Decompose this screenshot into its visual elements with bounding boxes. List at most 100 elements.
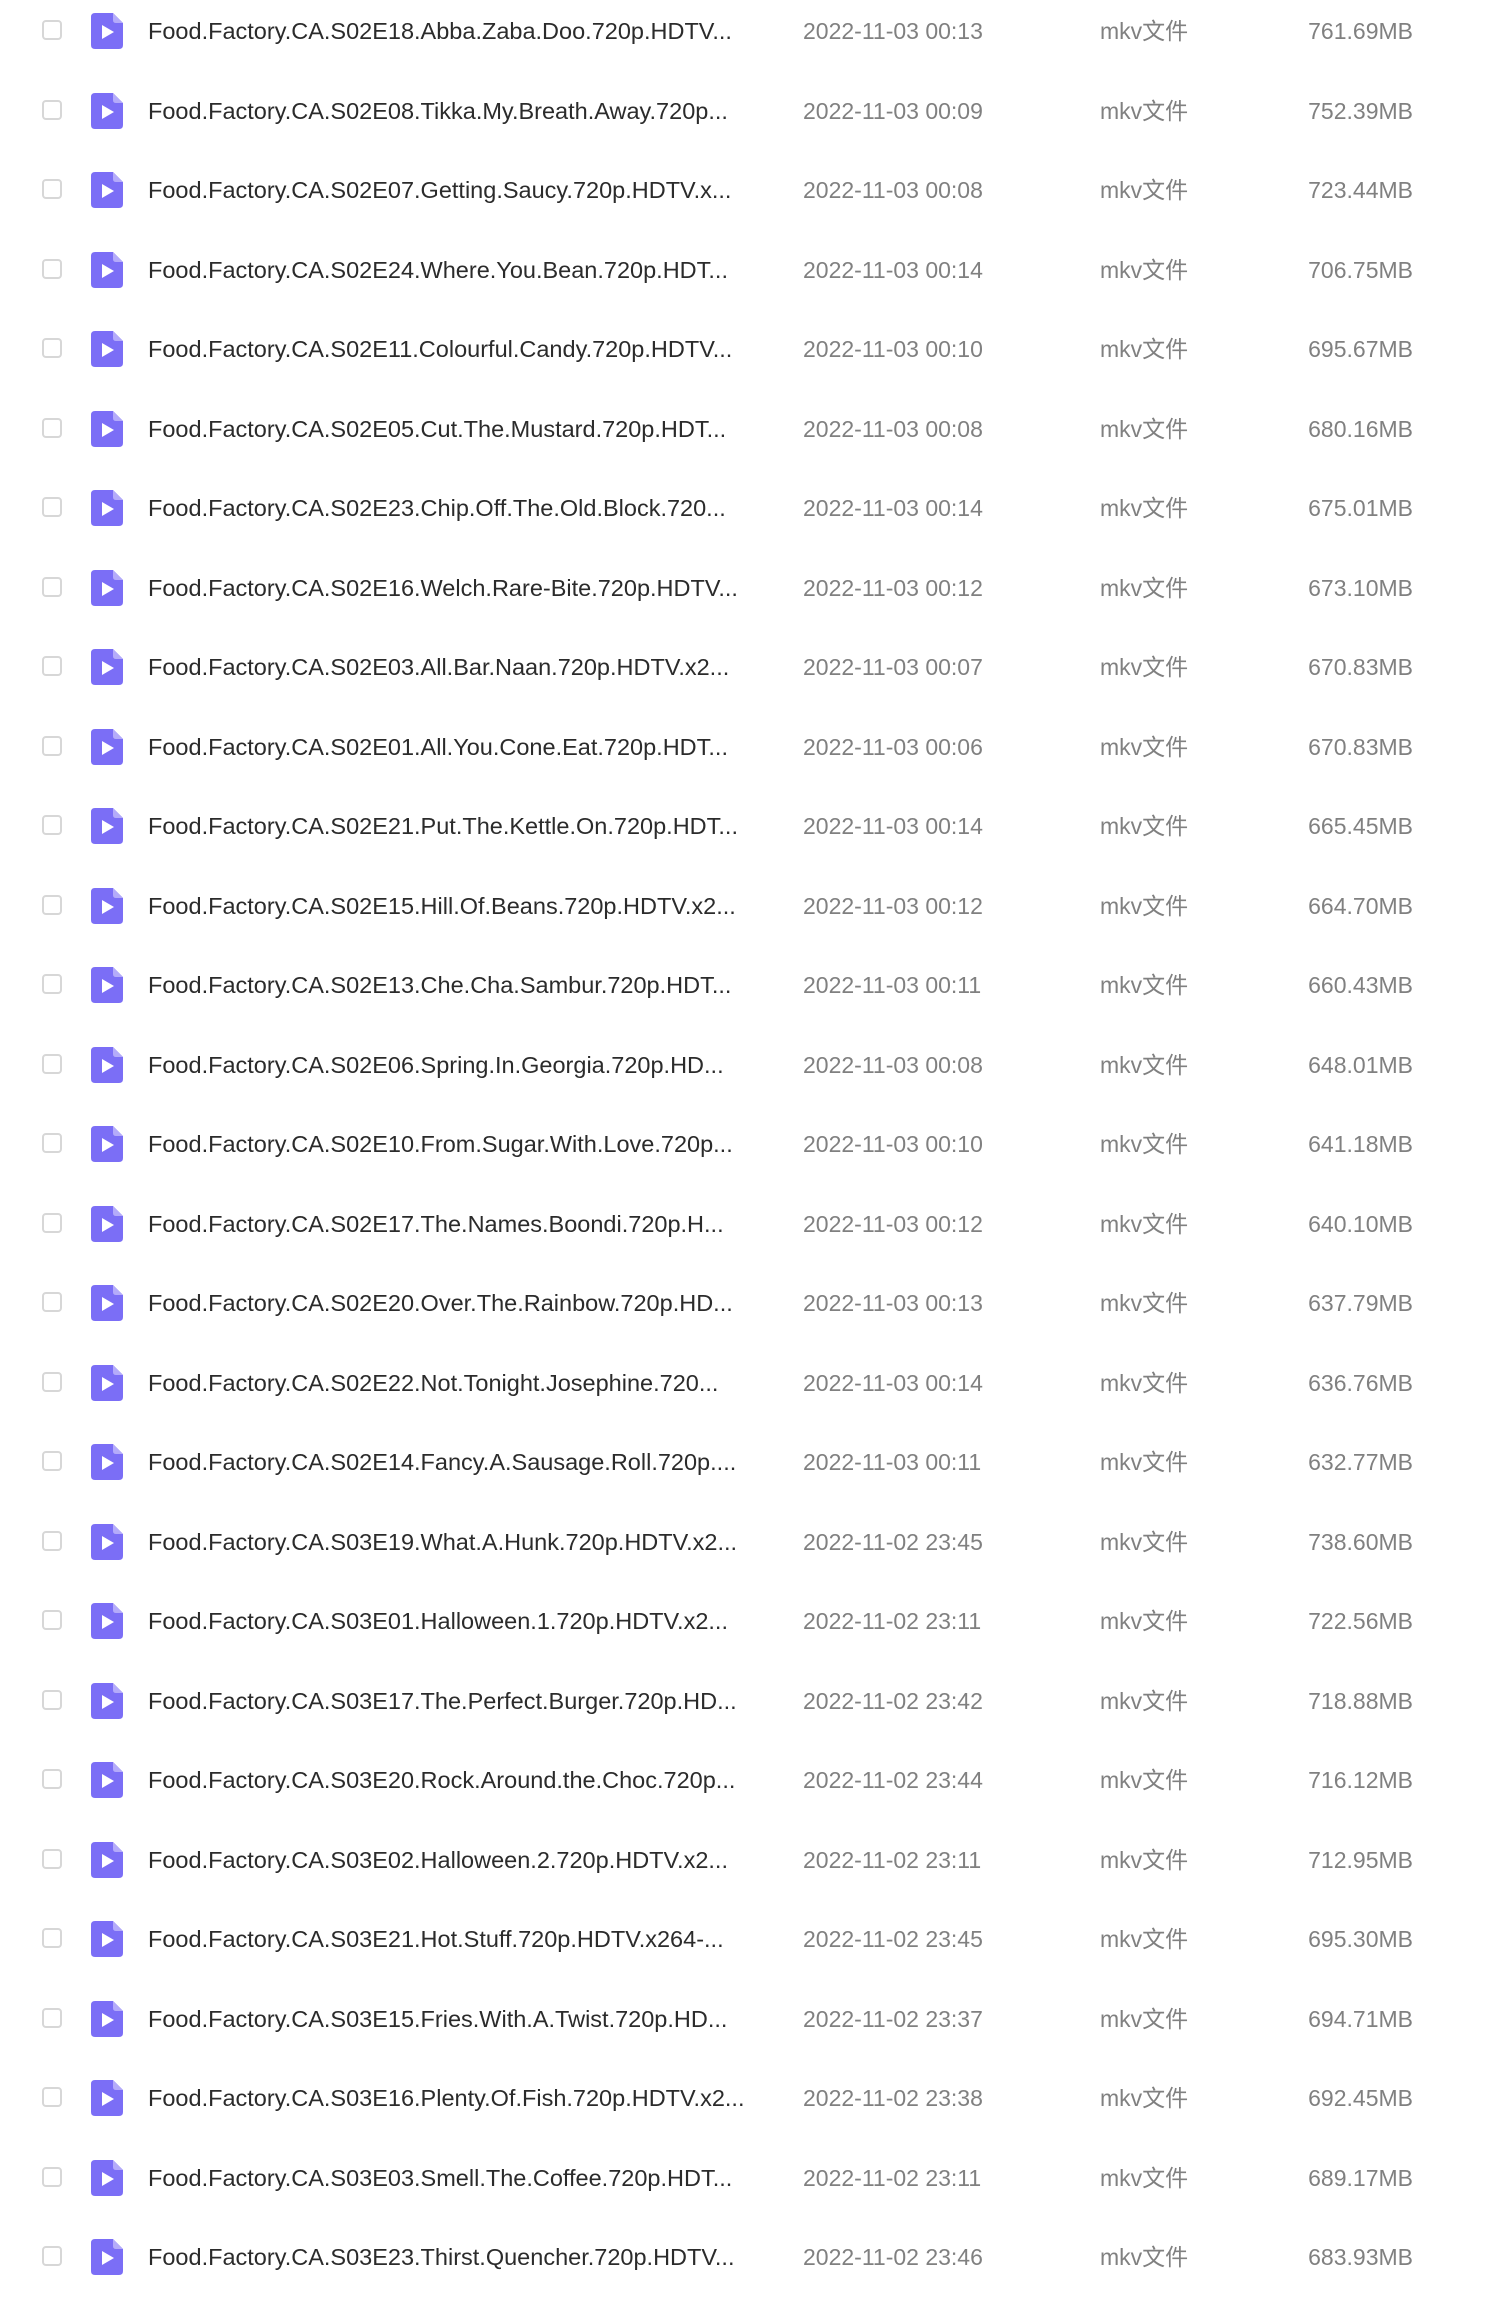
file-name[interactable]: Food.Factory.CA.S02E23.Chip.Off.The.Old.…	[148, 493, 788, 523]
video-file-icon[interactable]	[91, 1047, 123, 1083]
file-row[interactable]: Food.Factory.CA.S02E14.Fancy.A.Sausage.R…	[0, 1435, 1500, 1507]
file-name[interactable]: Food.Factory.CA.S02E21.Put.The.Kettle.On…	[148, 811, 788, 841]
row-checkbox[interactable]	[42, 259, 62, 279]
row-checkbox[interactable]	[42, 1849, 62, 1869]
row-checkbox[interactable]	[42, 20, 62, 40]
video-file-icon[interactable]	[91, 2001, 123, 2037]
file-name[interactable]: Food.Factory.CA.S02E14.Fancy.A.Sausage.R…	[148, 1447, 788, 1477]
row-checkbox[interactable]	[42, 2008, 62, 2028]
row-checkbox[interactable]	[42, 2087, 62, 2107]
file-row[interactable]: Food.Factory.CA.S02E16.Welch.Rare-Bite.7…	[0, 561, 1500, 633]
file-name[interactable]: Food.Factory.CA.S02E10.From.Sugar.With.L…	[148, 1129, 788, 1159]
file-name[interactable]: Food.Factory.CA.S02E18.Abba.Zaba.Doo.720…	[148, 16, 788, 46]
file-name[interactable]: Food.Factory.CA.S02E11.Colourful.Candy.7…	[148, 334, 788, 364]
file-name[interactable]: Food.Factory.CA.S02E01.All.You.Cone.Eat.…	[148, 732, 788, 762]
video-file-icon[interactable]	[91, 729, 123, 765]
video-file-icon[interactable]	[91, 252, 123, 288]
file-name[interactable]: Food.Factory.CA.S03E20.Rock.Around.the.C…	[148, 1765, 788, 1795]
row-checkbox[interactable]	[42, 100, 62, 120]
video-file-icon[interactable]	[91, 490, 123, 526]
file-row[interactable]: Food.Factory.CA.S02E23.Chip.Off.The.Old.…	[0, 481, 1500, 553]
video-file-icon[interactable]	[91, 1762, 123, 1798]
row-checkbox[interactable]	[42, 1928, 62, 1948]
video-file-icon[interactable]	[91, 1365, 123, 1401]
file-name[interactable]: Food.Factory.CA.S03E23.Thirst.Quencher.7…	[148, 2242, 788, 2272]
file-name[interactable]: Food.Factory.CA.S03E03.Smell.The.Coffee.…	[148, 2163, 788, 2193]
file-row[interactable]: Food.Factory.CA.S02E06.Spring.In.Georgia…	[0, 1038, 1500, 1110]
file-row[interactable]: Food.Factory.CA.S03E20.Rock.Around.the.C…	[0, 1753, 1500, 1825]
file-name[interactable]: Food.Factory.CA.S02E24.Where.You.Bean.72…	[148, 255, 788, 285]
video-file-icon[interactable]	[91, 1444, 123, 1480]
row-checkbox[interactable]	[42, 1054, 62, 1074]
file-row[interactable]: Food.Factory.CA.S02E18.Abba.Zaba.Doo.720…	[0, 4, 1500, 76]
row-checkbox[interactable]	[42, 974, 62, 994]
row-checkbox[interactable]	[42, 179, 62, 199]
file-row[interactable]: Food.Factory.CA.S02E03.All.Bar.Naan.720p…	[0, 640, 1500, 712]
file-row[interactable]: Food.Factory.CA.S02E11.Colourful.Candy.7…	[0, 322, 1500, 394]
file-row[interactable]: Food.Factory.CA.S02E13.Che.Cha.Sambur.72…	[0, 958, 1500, 1030]
file-row[interactable]: Food.Factory.CA.S03E02.Halloween.2.720p.…	[0, 1833, 1500, 1905]
file-name[interactable]: Food.Factory.CA.S02E06.Spring.In.Georgia…	[148, 1050, 788, 1080]
file-row[interactable]: Food.Factory.CA.S02E15.Hill.Of.Beans.720…	[0, 879, 1500, 951]
row-checkbox[interactable]	[42, 338, 62, 358]
video-file-icon[interactable]	[91, 172, 123, 208]
file-name[interactable]: Food.Factory.CA.S02E05.Cut.The.Mustard.7…	[148, 414, 788, 444]
row-checkbox[interactable]	[42, 497, 62, 517]
file-name[interactable]: Food.Factory.CA.S02E08.Tikka.My.Breath.A…	[148, 96, 788, 126]
row-checkbox[interactable]	[42, 1292, 62, 1312]
video-file-icon[interactable]	[91, 808, 123, 844]
video-file-icon[interactable]	[91, 2080, 123, 2116]
file-name[interactable]: Food.Factory.CA.S03E01.Halloween.1.720p.…	[148, 1606, 788, 1636]
file-name[interactable]: Food.Factory.CA.S02E13.Che.Cha.Sambur.72…	[148, 970, 788, 1000]
file-row[interactable]: Food.Factory.CA.S03E17.The.Perfect.Burge…	[0, 1674, 1500, 1746]
file-row[interactable]: Food.Factory.CA.S03E23.Thirst.Quencher.7…	[0, 2230, 1500, 2302]
video-file-icon[interactable]	[91, 1285, 123, 1321]
file-name[interactable]: Food.Factory.CA.S03E21.Hot.Stuff.720p.HD…	[148, 1924, 788, 1954]
row-checkbox[interactable]	[42, 815, 62, 835]
file-name[interactable]: Food.Factory.CA.S02E17.The.Names.Boondi.…	[148, 1209, 788, 1239]
file-name[interactable]: Food.Factory.CA.S02E03.All.Bar.Naan.720p…	[148, 652, 788, 682]
video-file-icon[interactable]	[91, 967, 123, 1003]
file-row[interactable]: Food.Factory.CA.S02E22.Not.Tonight.Josep…	[0, 1356, 1500, 1428]
row-checkbox[interactable]	[42, 577, 62, 597]
file-row[interactable]: Food.Factory.CA.S02E21.Put.The.Kettle.On…	[0, 799, 1500, 871]
file-name[interactable]: Food.Factory.CA.S02E07.Getting.Saucy.720…	[148, 175, 788, 205]
file-name[interactable]: Food.Factory.CA.S03E17.The.Perfect.Burge…	[148, 1686, 788, 1716]
row-checkbox[interactable]	[42, 1451, 62, 1471]
video-file-icon[interactable]	[91, 888, 123, 924]
file-row[interactable]: Food.Factory.CA.S03E21.Hot.Stuff.720p.HD…	[0, 1912, 1500, 1984]
row-checkbox[interactable]	[42, 1610, 62, 1630]
video-file-icon[interactable]	[91, 1524, 123, 1560]
row-checkbox[interactable]	[42, 1690, 62, 1710]
file-row[interactable]: Food.Factory.CA.S03E16.Plenty.Of.Fish.72…	[0, 2071, 1500, 2143]
file-row[interactable]: Food.Factory.CA.S03E15.Fries.With.A.Twis…	[0, 1992, 1500, 2064]
video-file-icon[interactable]	[91, 13, 123, 49]
row-checkbox[interactable]	[42, 1769, 62, 1789]
video-file-icon[interactable]	[91, 1126, 123, 1162]
video-file-icon[interactable]	[91, 1683, 123, 1719]
file-row[interactable]: Food.Factory.CA.S03E01.Halloween.1.720p.…	[0, 1594, 1500, 1666]
file-name[interactable]: Food.Factory.CA.S02E15.Hill.Of.Beans.720…	[148, 891, 788, 921]
row-checkbox[interactable]	[42, 418, 62, 438]
file-name[interactable]: Food.Factory.CA.S03E19.What.A.Hunk.720p.…	[148, 1527, 788, 1557]
file-name[interactable]: Food.Factory.CA.S02E20.Over.The.Rainbow.…	[148, 1288, 788, 1318]
file-row[interactable]: Food.Factory.CA.S02E08.Tikka.My.Breath.A…	[0, 84, 1500, 156]
file-name[interactable]: Food.Factory.CA.S02E22.Not.Tonight.Josep…	[148, 1368, 788, 1398]
video-file-icon[interactable]	[91, 649, 123, 685]
file-row[interactable]: Food.Factory.CA.S02E07.Getting.Saucy.720…	[0, 163, 1500, 235]
file-name[interactable]: Food.Factory.CA.S02E16.Welch.Rare-Bite.7…	[148, 573, 788, 603]
row-checkbox[interactable]	[42, 1372, 62, 1392]
video-file-icon[interactable]	[91, 1921, 123, 1957]
file-row[interactable]: Food.Factory.CA.S02E20.Over.The.Rainbow.…	[0, 1276, 1500, 1348]
row-checkbox[interactable]	[42, 895, 62, 915]
file-name[interactable]: Food.Factory.CA.S03E02.Halloween.2.720p.…	[148, 1845, 788, 1875]
file-row[interactable]: Food.Factory.CA.S02E05.Cut.The.Mustard.7…	[0, 402, 1500, 474]
file-row[interactable]: Food.Factory.CA.S02E01.All.You.Cone.Eat.…	[0, 720, 1500, 792]
row-checkbox[interactable]	[42, 1531, 62, 1551]
row-checkbox[interactable]	[42, 736, 62, 756]
video-file-icon[interactable]	[91, 411, 123, 447]
file-row[interactable]: Food.Factory.CA.S03E03.Smell.The.Coffee.…	[0, 2151, 1500, 2223]
video-file-icon[interactable]	[91, 1603, 123, 1639]
row-checkbox[interactable]	[42, 2246, 62, 2266]
video-file-icon[interactable]	[91, 331, 123, 367]
